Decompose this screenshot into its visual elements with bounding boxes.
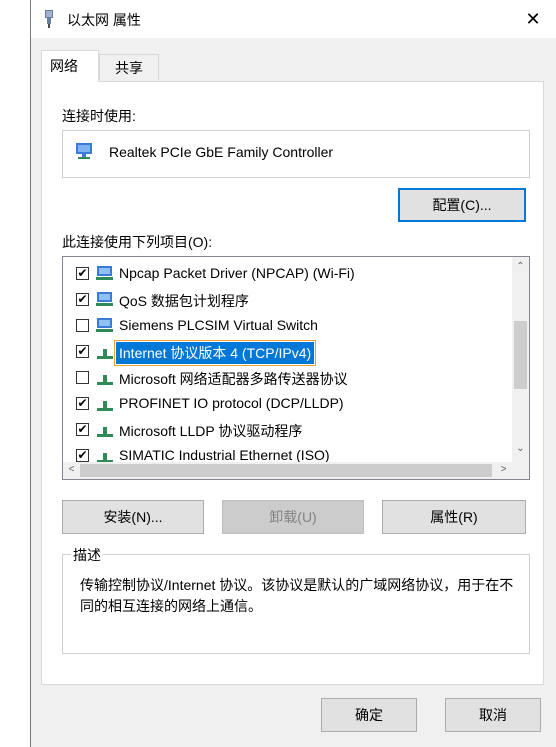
network-adapter-card-icon <box>76 143 92 159</box>
item-label: Microsoft LLDP 协议驱动程序 <box>119 423 303 439</box>
item-checkbox[interactable]: ✔ <box>76 397 89 410</box>
network-client-icon <box>96 318 113 332</box>
list-item[interactable]: ✔ Microsoft LLDP 协议驱动程序 <box>63 417 513 443</box>
horizontal-scroll-thumb[interactable] <box>80 464 492 477</box>
connect-using-label: 连接时使用: <box>62 108 136 124</box>
vertical-scroll-thumb[interactable] <box>514 321 527 389</box>
item-label: QoS 数据包计划程序 <box>119 293 249 309</box>
item-label: Microsoft 网络适配器多路传送器协议 <box>119 371 348 387</box>
item-label: PROFINET IO protocol (DCP/LLDP) <box>119 395 344 411</box>
uninstall-button[interactable]: 卸载(U) <box>222 500 364 534</box>
item-checkbox[interactable] <box>76 319 89 332</box>
list-item[interactable]: ✔ QoS 数据包计划程序 <box>63 287 513 313</box>
item-label: Siemens PLCSIM Virtual Switch <box>119 317 318 333</box>
tab-network[interactable]: 网络 <box>41 50 99 82</box>
adapter-display: Realtek PCIe GbE Family Controller <box>62 130 530 178</box>
item-checkbox[interactable]: ✔ <box>76 345 89 358</box>
horizontal-scrollbar[interactable]: < > <box>63 462 529 479</box>
tab-panel-network: 连接时使用: Realtek PCIe GbE Family Controlle… <box>41 81 544 685</box>
network-client-icon <box>96 292 113 306</box>
item-checkbox[interactable]: ✔ <box>76 449 89 462</box>
list-item[interactable]: ✔ PROFINET IO protocol (DCP/LLDP) <box>63 391 513 417</box>
tab-sharing[interactable]: 共享 <box>99 54 159 80</box>
close-button[interactable]: ✕ <box>510 0 556 38</box>
item-checkbox[interactable]: ✔ <box>76 423 89 436</box>
list-item[interactable]: ✔ Internet 协议版本 4 (TCP/IPv4) <box>63 339 513 366</box>
description-text: 传输控制协议/Internet 协议。该协议是默认的广域网络协议，用于在不同的相… <box>80 577 514 614</box>
network-protocol-icon <box>97 427 113 437</box>
network-client-icon <box>96 266 113 280</box>
item-checkbox[interactable]: ✔ <box>76 293 89 306</box>
description-legend: 描述 <box>71 545 103 565</box>
item-label: Internet 协议版本 4 (TCP/IPv4) <box>113 340 317 366</box>
list-item[interactable]: Siemens PLCSIM Virtual Switch <box>63 313 513 339</box>
network-protocol-icon <box>97 375 113 385</box>
list-item[interactable]: ✔ Npcap Packet Driver (NPCAP) (Wi-Fi) <box>63 261 513 287</box>
item-checkbox[interactable] <box>76 371 89 384</box>
items-list[interactable]: ✔ Npcap Packet Driver (NPCAP) (Wi-Fi) ✔ … <box>62 256 530 480</box>
items-label: 此连接使用下列项目(O): <box>62 234 213 250</box>
network-protocol-icon <box>97 401 113 411</box>
cancel-button[interactable]: 取消 <box>445 698 541 732</box>
configure-button[interactable]: 配置(C)... <box>398 188 526 222</box>
window-title: 以太网 属性 <box>67 12 141 28</box>
properties-window: 以太网 属性 ✕ 网络 共享 连接时使用: Realtek PCIe GbE F… <box>30 0 556 747</box>
properties-button[interactable]: 属性(R) <box>382 500 526 534</box>
scroll-left-icon[interactable]: < <box>63 464 80 475</box>
scroll-down-icon[interactable]: ⌄ <box>512 443 529 454</box>
scroll-up-icon[interactable]: ⌃ <box>512 261 529 272</box>
close-icon: ✕ <box>525 8 541 29</box>
description-group: 描述 传输控制协议/Internet 协议。该协议是默认的广域网络协议，用于在不… <box>62 545 530 654</box>
list-item[interactable]: Microsoft 网络适配器多路传送器协议 <box>63 365 513 391</box>
network-adapter-icon <box>45 10 53 28</box>
scroll-right-icon[interactable]: > <box>495 464 512 475</box>
item-checkbox[interactable]: ✔ <box>76 267 89 280</box>
adapter-name: Realtek PCIe GbE Family Controller <box>109 144 334 160</box>
vertical-scrollbar[interactable]: ⌃ ⌄ <box>512 257 529 462</box>
install-button[interactable]: 安装(N)... <box>62 500 204 534</box>
network-protocol-icon <box>97 349 113 359</box>
title-bar[interactable]: 以太网 属性 ✕ <box>31 0 556 38</box>
ok-button[interactable]: 确定 <box>321 698 417 732</box>
item-label: Npcap Packet Driver (NPCAP) (Wi-Fi) <box>119 265 355 281</box>
